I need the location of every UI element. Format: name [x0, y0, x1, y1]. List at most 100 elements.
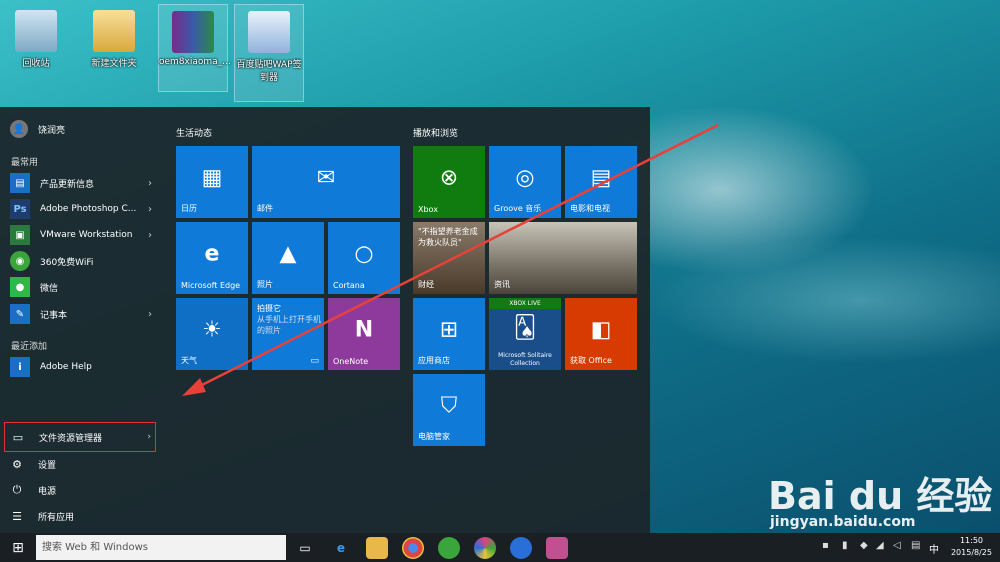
app-label: 产品更新信息 [40, 179, 95, 190]
tile-label: Groove 音乐 [494, 204, 542, 213]
baidu-watermark-url: jingyan.baidu.com [770, 514, 916, 530]
app-item-adobe-help[interactable]: i Adobe Help [10, 356, 156, 378]
tile-label: 财经 [418, 280, 434, 289]
tray-battery-icon[interactable]: ▮ [842, 540, 848, 551]
tray-app-icon[interactable]: ◆ [860, 540, 868, 551]
taskbar: ⊞ 搜索 Web 和 Windows ▭ e ▪ ▮ ◆ ◢ ◁ ▤ 中 11:… [0, 533, 1000, 562]
settings-button[interactable]: ⚙ 设置 [10, 452, 156, 476]
app-item-product-updates[interactable]: ▤ 产品更新信息 › [10, 172, 156, 194]
chevron-right-icon[interactable]: › [148, 230, 152, 241]
shield-icon: ⛉ [440, 393, 458, 419]
user-name: 饶润亮 [38, 125, 66, 136]
app-item-notepad[interactable]: ✎ 记事本 › [10, 303, 156, 325]
app-item-photoshop[interactable]: Ps Adobe Photoshop C... › [10, 198, 156, 220]
taskbar-people-button[interactable] [546, 537, 568, 559]
tile-groove[interactable]: ◎ Groove 音乐 [489, 146, 561, 218]
chevron-right-icon[interactable]: › [148, 178, 152, 189]
taskbar-sogou-button[interactable] [510, 537, 532, 559]
tile-label: 照片 [257, 280, 273, 289]
cards-icon: 🂡 [513, 315, 537, 341]
tile-label: 电影和电视 [570, 204, 610, 213]
photoshop-icon: Ps [10, 199, 30, 219]
groove-icon: ◎ [515, 165, 535, 191]
power-button[interactable]: ⏻ 电源 [10, 478, 156, 502]
search-input[interactable]: 搜索 Web 和 Windows [36, 535, 286, 560]
winrar-icon [172, 11, 214, 53]
tile-finance[interactable]: "不指望养老金成为救火队员" 财经 [413, 222, 485, 294]
start-left-column: 👤 饶润亮 最常用 ▤ 产品更新信息 › Ps Adobe Photoshop … [0, 107, 160, 533]
tile-solitaire[interactable]: XBOX LIVE 🂡 Microsoft Solitaire Collecti… [489, 298, 561, 370]
start-menu: 👤 饶润亮 最常用 ▤ 产品更新信息 › Ps Adobe Photoshop … [0, 107, 650, 533]
tile-xbox[interactable]: ⊗ Xbox [413, 146, 485, 218]
tile-label: 应用商店 [418, 356, 450, 365]
taskbar-360-button[interactable] [438, 537, 460, 559]
mail-icon: ✉ [316, 165, 336, 191]
tray-volume-icon[interactable]: ◁ [893, 540, 901, 551]
tile-calendar[interactable]: ▦ 日历 [176, 146, 248, 218]
tile-weather[interactable]: ☀ 天气 [176, 298, 248, 370]
tray-notification-icon[interactable]: ▤ [911, 540, 920, 551]
tile-label: Microsoft Solitaire Collection [498, 352, 552, 367]
tile-label: 拍摄它 [257, 304, 281, 313]
tile-onenote[interactable]: N OneNote [328, 298, 400, 370]
taskbar-edge-button[interactable]: e [330, 537, 352, 559]
tile-pc-manager[interactable]: ⛉ 电脑管家 [413, 374, 485, 446]
vmware-icon: ▣ [10, 225, 30, 245]
app-label: Adobe Help [40, 362, 92, 372]
recently-added-heading: 最近添加 [11, 342, 48, 352]
chevron-right-icon[interactable]: › [148, 204, 152, 215]
taskbar-clock[interactable]: 11:50 2015/8/25 [951, 535, 992, 559]
chevron-right-icon[interactable]: › [148, 309, 152, 320]
taskbar-flower-button[interactable] [474, 537, 496, 559]
tile-store[interactable]: ⊞ 应用商店 [413, 298, 485, 370]
tile-movies[interactable]: ▤ 电影和电视 [565, 146, 637, 218]
file-explorer-label: 文件资源管理器 [39, 433, 103, 444]
desktop-icon-new-folder[interactable]: 新建文件夹 [82, 4, 146, 69]
cortana-icon: ○ [354, 241, 374, 267]
app-item-vmware[interactable]: ▣ VMware Workstation › [10, 224, 156, 246]
baidu-watermark-logo: Bai du 经验 [768, 474, 993, 518]
tile-camera[interactable]: 拍摄它 从手机上打开手机的照片 ▭ [252, 298, 324, 370]
desktop-icon-label: oem8xiaoma_... [159, 57, 231, 67]
taskbar-chrome-button[interactable] [402, 537, 424, 559]
tile-edge[interactable]: e Microsoft Edge [176, 222, 248, 294]
edge-icon: e [204, 241, 220, 267]
tray-wifi-icon[interactable]: ◢ [876, 540, 884, 551]
file-explorer-button[interactable]: ▭ 文件资源管理器 › [4, 422, 156, 452]
tile-sublabel: 从手机上打开手机的照片 [257, 315, 321, 335]
app-item-wechat[interactable]: ● 微信 [10, 276, 156, 298]
windows-logo-icon: ⊞ [12, 539, 24, 556]
finance-headline: "不指望养老金成为救火队员" [418, 227, 478, 247]
clock-time: 11:50 [959, 536, 984, 545]
tile-photos[interactable]: ▲ 照片 [252, 222, 324, 294]
power-label: 电源 [38, 486, 57, 497]
tile-news[interactable]: 资讯 [489, 222, 637, 294]
chevron-right-icon[interactable]: › [147, 432, 151, 442]
desktop-icon-recycle-bin[interactable]: 回收站 [4, 4, 68, 69]
all-apps-button[interactable]: ☰ 所有应用 [10, 504, 156, 528]
user-account[interactable]: 👤 饶润亮 [10, 120, 65, 138]
tile-cortana[interactable]: ○ Cortana [328, 222, 400, 294]
task-view-button[interactable]: ▭ [294, 537, 316, 559]
tile-label: 邮件 [257, 204, 273, 213]
group-title-play: 播放和浏览 [413, 129, 459, 139]
tile-label: 电脑管家 [418, 432, 450, 441]
clock-date: 2015/8/25 [950, 548, 992, 557]
start-button[interactable]: ⊞ [0, 533, 36, 562]
recycle-bin-icon [15, 10, 57, 52]
desktop-icon-tieba-signer[interactable]: 百度贴吧WAP签到器 [234, 4, 304, 102]
settings-label: 设置 [38, 460, 57, 471]
tile-get-office[interactable]: ◧ 获取 Office [565, 298, 637, 370]
tray-input-language[interactable]: 中 [929, 541, 939, 556]
xbox-live-badge: XBOX LIVE [489, 298, 561, 309]
app-item-360wifi[interactable]: ◉ 360免费WiFi [10, 250, 156, 272]
tile-mail[interactable]: ✉ 邮件 [252, 146, 400, 218]
sun-icon: ☀ [202, 317, 222, 343]
tile-label: 天气 [181, 356, 197, 365]
store-icon: ⊞ [439, 317, 459, 343]
tray-network-icon[interactable]: ▪ [822, 540, 829, 551]
taskbar-explorer-button[interactable] [366, 537, 388, 559]
desktop-icon-oem8xiaoma[interactable]: oem8xiaoma_... [158, 4, 231, 92]
document-icon: ▤ [10, 173, 30, 193]
app-label: 360免费WiFi [40, 257, 94, 268]
